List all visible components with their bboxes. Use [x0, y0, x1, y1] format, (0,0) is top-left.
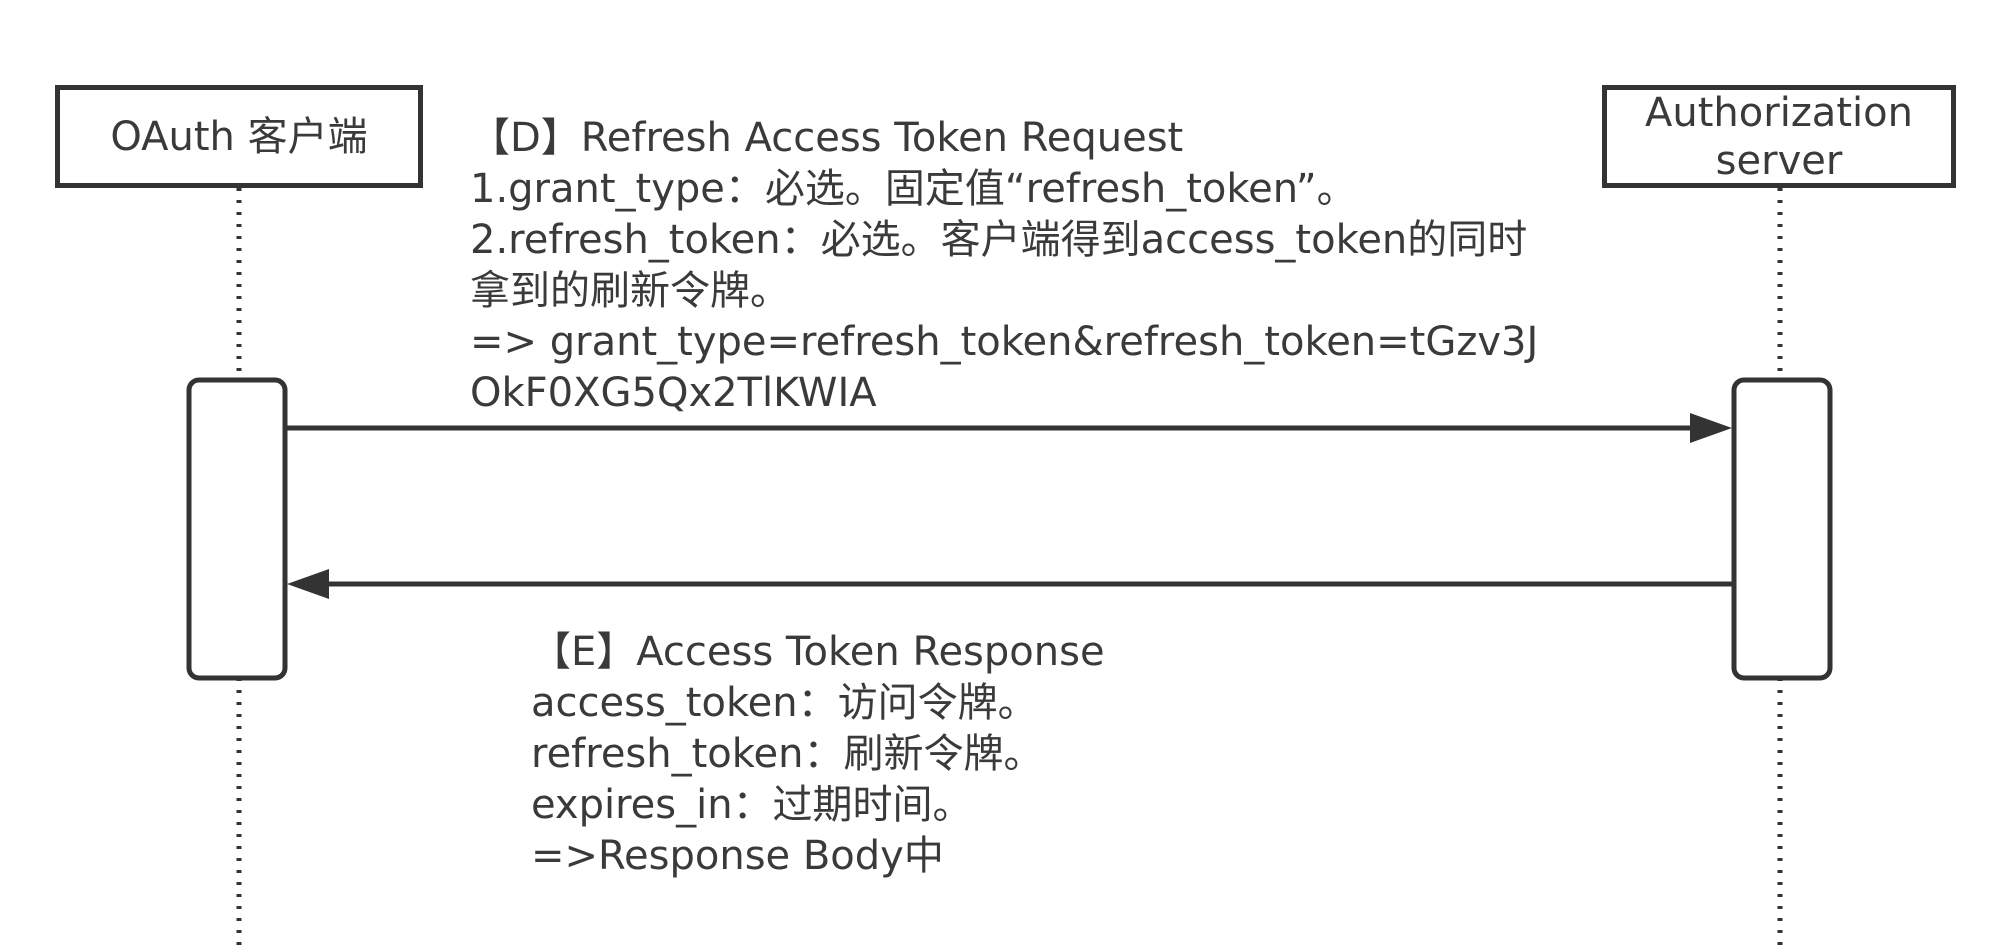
client-activation-box — [186, 377, 288, 681]
server-activation-box — [1731, 377, 1833, 681]
request-line-refresh-token-cont: 拿到的刷新令牌。 — [470, 268, 790, 314]
request-line-refresh-token: 2.refresh_token：必选。客户端得到access_token的同时 — [470, 217, 1528, 263]
response-message-note: 【E】Access Token Response access_token：访问… — [531, 627, 1105, 882]
request-line-grant-type: 1.grant_type：必选。固定值“refresh_token”。 — [470, 166, 1357, 212]
response-title: 【E】Access Token Response — [531, 629, 1105, 675]
client-actor-box: OAuth 客户端 — [55, 85, 423, 188]
response-line-expires-in: expires_in：过期时间。 — [531, 782, 973, 828]
request-title: 【D】Refresh Access Token Request — [470, 115, 1184, 161]
request-arrowhead — [1690, 413, 1732, 443]
response-line-refresh-token: refresh_token：刷新令牌。 — [531, 731, 1044, 777]
client-actor-label: OAuth 客户端 — [110, 113, 368, 160]
server-actor-label: Authorization server — [1645, 89, 1913, 184]
response-line-access-token: access_token：访问令牌。 — [531, 680, 1038, 726]
server-actor-box: Authorization server — [1602, 85, 1956, 188]
request-line-body: => grant_type=refresh_token&refresh_toke… — [470, 319, 1539, 365]
response-arrowhead — [287, 569, 329, 599]
request-message-note: 【D】Refresh Access Token Request 1.grant_… — [470, 113, 1538, 419]
request-line-body-cont: OkF0XG5Qx2TlKWIA — [470, 370, 877, 416]
response-line-body: =>Response Body中 — [531, 833, 944, 879]
